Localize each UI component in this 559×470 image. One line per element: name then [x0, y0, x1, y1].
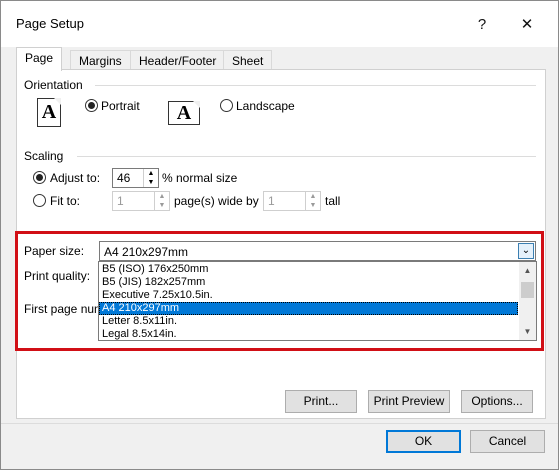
spinner-arrows-icon[interactable]: ▲ ▼	[154, 192, 169, 210]
adjust-to-label[interactable]: Adjust to:	[50, 171, 100, 185]
orientation-separator	[95, 85, 536, 86]
tab-header-footer[interactable]: Header/Footer	[130, 50, 226, 71]
portrait-page-icon: A	[37, 98, 61, 127]
spinner-arrows-icon[interactable]: ▲ ▼	[143, 169, 158, 187]
fit-wide-suffix: page(s) wide by	[174, 194, 259, 208]
options-button[interactable]: Options...	[461, 390, 533, 413]
fit-to-label[interactable]: Fit to:	[50, 194, 80, 208]
portrait-label[interactable]: Portrait	[101, 99, 140, 113]
fit-tall-suffix: tall	[325, 194, 341, 208]
adjust-to-suffix: % normal size	[162, 171, 238, 185]
tab-strip: Page Margins Header/Footer Sheet	[16, 47, 546, 71]
spinner-arrows-icon[interactable]: ▲ ▼	[305, 192, 320, 210]
fit-wide-value[interactable]: 1	[117, 194, 124, 208]
tab-margins[interactable]: Margins	[70, 50, 131, 71]
adjust-to-spinner[interactable]: 46 ▲ ▼	[112, 168, 159, 188]
fit-to-radio[interactable]	[33, 194, 46, 207]
landscape-page-icon: A	[168, 101, 200, 125]
orientation-section-label: Orientation	[24, 78, 83, 92]
portrait-radio[interactable]	[85, 99, 98, 112]
print-preview-button[interactable]: Print Preview	[368, 390, 450, 413]
print-button[interactable]: Print...	[285, 390, 357, 413]
tab-sheet[interactable]: Sheet	[223, 50, 273, 71]
fit-tall-spinner[interactable]: 1 ▲ ▼	[263, 191, 321, 211]
landscape-radio[interactable]	[220, 99, 233, 112]
footer-separator	[1, 423, 558, 424]
landscape-label[interactable]: Landscape	[236, 99, 295, 113]
help-icon[interactable]: ?	[467, 9, 497, 39]
dialog-title: Page Setup	[16, 16, 84, 31]
adjust-to-radio[interactable]	[33, 171, 46, 184]
highlight-box	[15, 231, 544, 351]
title-bar: Page Setup ? ✕	[1, 1, 558, 47]
fit-tall-value[interactable]: 1	[268, 194, 275, 208]
tab-page[interactable]: Page	[16, 47, 63, 71]
fit-wide-spinner[interactable]: 1 ▲ ▼	[112, 191, 170, 211]
close-icon[interactable]: ✕	[512, 9, 542, 39]
ok-button[interactable]: OK	[386, 430, 461, 453]
adjust-to-value[interactable]: 46	[117, 171, 130, 185]
cancel-button[interactable]: Cancel	[470, 430, 545, 453]
scaling-section-label: Scaling	[24, 149, 64, 163]
page-setup-dialog: Page Setup ? ✕ Page Margins Header/Foote…	[0, 0, 559, 470]
scaling-separator	[77, 156, 536, 157]
